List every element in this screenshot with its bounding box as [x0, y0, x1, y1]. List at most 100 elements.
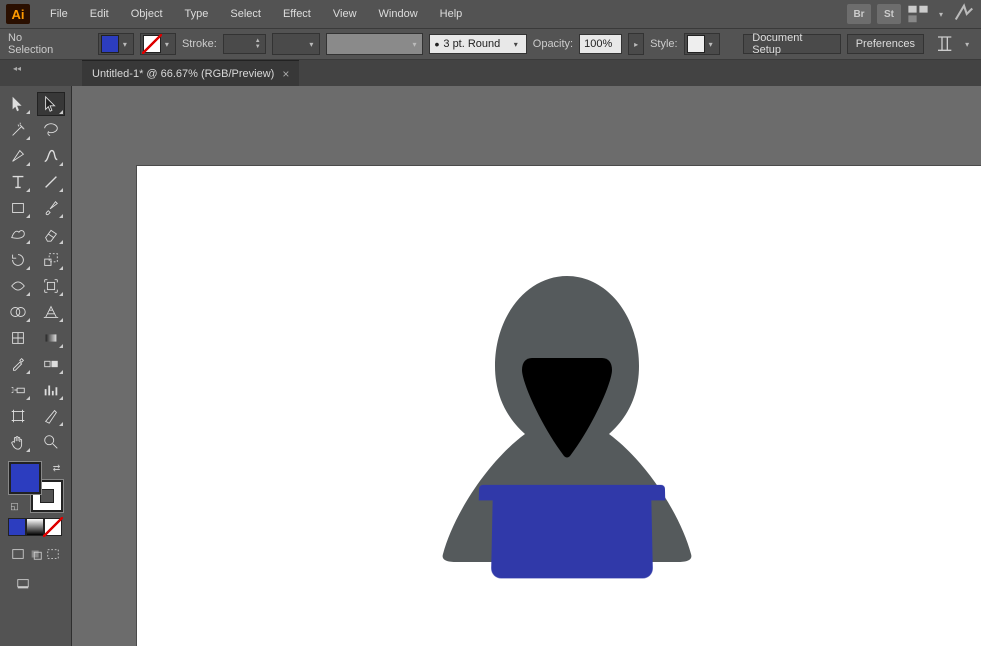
free-transform-tool[interactable] [37, 274, 65, 298]
menu-file[interactable]: File [40, 4, 78, 24]
none-color-icon[interactable] [44, 518, 62, 536]
opacity-value: 100% [584, 38, 612, 50]
app-badge-icon: Ai [6, 4, 30, 24]
chevron-down-icon[interactable]: ▾ [961, 40, 973, 49]
mesh-tool[interactable] [4, 326, 32, 350]
lasso-tool[interactable] [37, 118, 65, 142]
chevron-down-icon: ▾ [305, 40, 317, 49]
bullet-icon: • [434, 36, 439, 52]
menu-help[interactable]: Help [430, 4, 473, 24]
draw-inside-icon[interactable] [45, 544, 61, 564]
solid-color-icon[interactable] [8, 518, 26, 536]
stroke-swatch-dropdown[interactable]: ▾ [140, 33, 176, 55]
brush-definition-dropdown[interactable]: ▾ [326, 33, 423, 55]
zoom-tool[interactable] [37, 430, 65, 454]
chevron-down-icon: ▾ [408, 40, 420, 49]
style-swatch [687, 35, 705, 53]
paintbrush-tool[interactable] [37, 196, 65, 220]
column-graph-tool[interactable] [37, 378, 65, 402]
screen-mode-row [10, 574, 61, 594]
arrange-documents-caret-icon[interactable]: ▾ [935, 10, 947, 19]
stroke-label: Stroke: [182, 38, 217, 50]
selection-tool[interactable] [4, 92, 32, 116]
chevron-down-icon: ▾ [705, 40, 717, 49]
opacity-label: Opacity: [533, 38, 573, 50]
direct-selection-tool[interactable] [37, 92, 65, 116]
stroke-swatch [143, 35, 161, 53]
chevron-down-icon: ▾ [510, 40, 522, 49]
chevron-right-icon: ▸ [631, 40, 641, 49]
fill-swatch [101, 35, 119, 53]
fill-swatch-dropdown[interactable]: ▾ [98, 33, 134, 55]
swap-fill-stroke-icon[interactable]: ⇄ [51, 462, 63, 474]
selection-status-label: No Selection [8, 32, 68, 56]
menu-right-group: Br St ▾ [847, 4, 975, 24]
variable-width-profile-dropdown[interactable]: • 3 pt. Round ▾ [429, 34, 526, 54]
magic-wand-tool[interactable] [4, 118, 32, 142]
artboard-tool[interactable] [4, 404, 32, 428]
type-tool[interactable] [4, 170, 32, 194]
draw-normal-icon[interactable] [10, 544, 26, 564]
control-bar: No Selection ▾ ▾ Stroke: ▲▼ ▾ ▾ • 3 pt. … [0, 28, 981, 60]
pen-tool[interactable] [4, 144, 32, 168]
workspace: ⇄ ◱ [0, 86, 981, 646]
style-label: Style: [650, 38, 678, 50]
line-segment-tool[interactable] [37, 170, 65, 194]
document-setup-button[interactable]: Document Setup [743, 34, 840, 54]
menu-select[interactable]: Select [220, 4, 271, 24]
drawing-mode-row [10, 544, 61, 564]
rectangle-tool[interactable] [4, 196, 32, 220]
screen-mode-icon[interactable] [10, 574, 36, 594]
bridge-button[interactable]: Br [847, 4, 871, 24]
eyedropper-tool[interactable] [4, 352, 32, 376]
stock-button[interactable]: St [877, 4, 901, 24]
gradient-color-icon[interactable] [26, 518, 44, 536]
stroke-weight-dropdown[interactable]: ▾ [272, 33, 321, 55]
chevron-down-icon: ▾ [119, 40, 131, 49]
menu-type[interactable]: Type [175, 4, 219, 24]
rotate-tool[interactable] [4, 248, 32, 272]
color-mode-row [8, 518, 63, 536]
stroke-weight-stepper[interactable]: ▲▼ [223, 34, 266, 54]
arrange-documents-icon[interactable] [907, 4, 929, 24]
opacity-dropdown[interactable]: ▸ [628, 33, 644, 55]
hand-tool[interactable] [4, 430, 32, 454]
shape-builder-tool[interactable] [4, 300, 32, 324]
blend-tool[interactable] [37, 352, 65, 376]
artboard[interactable] [137, 166, 981, 646]
menu-effect[interactable]: Effect [273, 4, 321, 24]
gpu-preview-icon[interactable] [953, 4, 975, 24]
variable-width-profile-value: 3 pt. Round [443, 38, 505, 50]
default-fill-stroke-icon[interactable]: ◱ [9, 500, 21, 512]
tab-strip: ◂◂ Untitled-1* @ 66.67% (RGB/Preview) × [0, 60, 981, 86]
slice-tool[interactable] [37, 404, 65, 428]
document-tab-title: Untitled-1* @ 66.67% (RGB/Preview) [92, 68, 274, 80]
fill-stroke-control[interactable]: ⇄ ◱ [9, 462, 63, 512]
preferences-button[interactable]: Preferences [847, 34, 924, 54]
canvas-area[interactable] [72, 86, 981, 646]
shaper-tool[interactable] [4, 222, 32, 246]
menu-object[interactable]: Object [121, 4, 173, 24]
menu-bar: Ai File Edit Object Type Select Effect V… [0, 0, 981, 28]
opacity-field[interactable]: 100% [579, 34, 622, 54]
draw-behind-icon[interactable] [28, 544, 44, 564]
gradient-tool[interactable] [37, 326, 65, 350]
menu-edit[interactable]: Edit [80, 4, 119, 24]
graphic-style-dropdown[interactable]: ▾ [684, 33, 720, 55]
perspective-grid-tool[interactable] [37, 300, 65, 324]
document-tab[interactable]: Untitled-1* @ 66.67% (RGB/Preview) × [82, 60, 299, 86]
curvature-tool[interactable] [37, 144, 65, 168]
panel-collapse-icon[interactable]: ◂◂ [12, 60, 22, 86]
align-to-icon[interactable] [934, 34, 955, 54]
fill-color-box[interactable] [9, 462, 41, 494]
eraser-tool[interactable] [37, 222, 65, 246]
menu-window[interactable]: Window [369, 4, 428, 24]
symbol-sprayer-tool[interactable] [4, 378, 32, 402]
close-icon[interactable]: × [282, 67, 289, 81]
toolbox-panel: ⇄ ◱ [0, 86, 72, 646]
artwork-laptop-shape[interactable] [491, 485, 653, 578]
artwork-face-shape[interactable] [522, 358, 612, 458]
menu-view[interactable]: View [323, 4, 367, 24]
width-tool[interactable] [4, 274, 32, 298]
scale-tool[interactable] [37, 248, 65, 272]
